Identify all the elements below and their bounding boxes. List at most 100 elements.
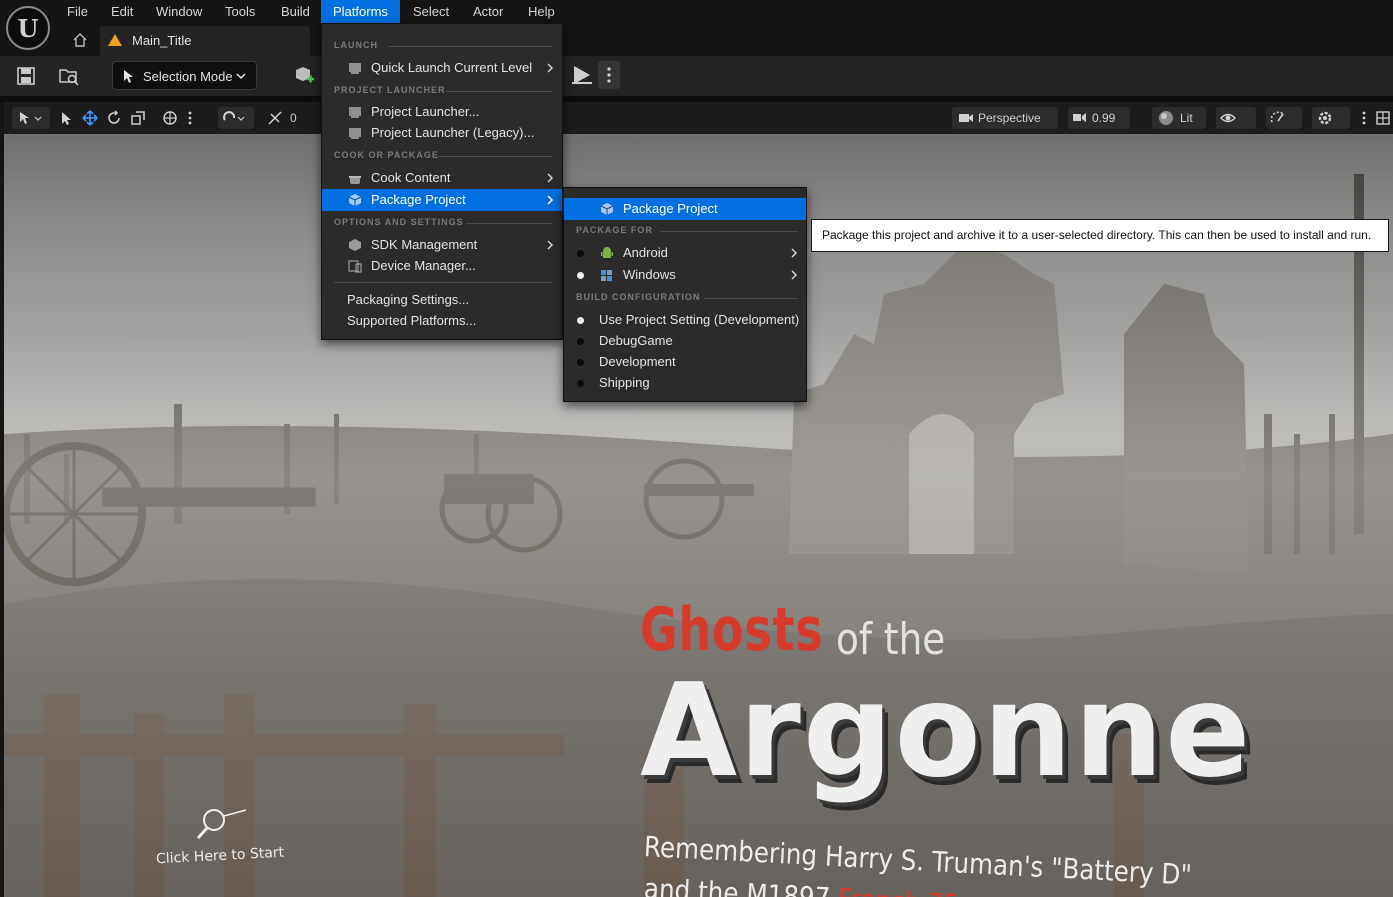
snap-icon xyxy=(223,111,245,121)
title-argonne: Argonne xyxy=(640,657,1253,806)
section-launch: LAUNCH xyxy=(334,40,552,54)
view-mode-dropdown[interactable]: Lit xyxy=(1152,107,1206,129)
menu-window[interactable]: Window xyxy=(144,0,214,23)
chevron-down-icon xyxy=(236,73,246,80)
scalability-dropdown[interactable] xyxy=(1266,107,1302,129)
submenu-item-development[interactable]: Development xyxy=(564,351,806,373)
menu-item-project-launcher[interactable]: Project Launcher... xyxy=(322,101,562,123)
world-space-icon[interactable] xyxy=(162,110,178,126)
menu-build[interactable]: Build xyxy=(269,0,322,23)
save-icon[interactable] xyxy=(15,65,37,87)
select-tool-icon xyxy=(20,112,42,124)
menu-item-sdk-management[interactable]: SDK Management xyxy=(322,234,562,256)
sdk-icon xyxy=(349,239,361,251)
submenu-item-windows[interactable]: Windows xyxy=(564,264,806,286)
menu-edit[interactable]: Edit xyxy=(99,0,145,23)
perspective-label: Perspective xyxy=(978,111,1041,125)
menu-file[interactable]: File xyxy=(55,0,100,23)
menu-item-quick-launch[interactable]: Quick Launch Current Level xyxy=(322,57,562,79)
rotate-icon[interactable] xyxy=(106,110,122,126)
eye-icon xyxy=(1220,113,1236,123)
launcher-legacy-icon xyxy=(349,128,361,139)
menu-platforms[interactable]: Platforms xyxy=(321,0,400,23)
lit-label: Lit xyxy=(1180,111,1193,125)
viewport-more-icon[interactable] xyxy=(1356,110,1372,126)
submenu-item-android[interactable]: Android xyxy=(564,242,806,264)
play-icon[interactable] xyxy=(570,63,594,87)
title-ghosts: Ghosts xyxy=(640,595,824,665)
gauge-icon xyxy=(1270,111,1285,123)
menu-item-project-launcher-legacy[interactable]: Project Launcher (Legacy)... xyxy=(322,122,562,144)
menu-actor[interactable]: Actor xyxy=(461,0,515,23)
viewport-toolbar: 0 Perspective 0.99 Lit xyxy=(4,102,1393,134)
camera-speed-dropdown[interactable]: 0.99 xyxy=(1068,107,1130,129)
menu-item-cook-content[interactable]: Cook Content xyxy=(322,167,562,189)
menu-select[interactable]: Select xyxy=(401,0,461,23)
surface-snap-button[interactable] xyxy=(218,107,254,129)
perspective-dropdown[interactable]: Perspective xyxy=(952,107,1058,129)
chevron-right-icon xyxy=(547,195,554,205)
menu-tools[interactable]: Tools xyxy=(213,0,267,23)
chevron-right-icon xyxy=(791,248,798,258)
radio-selected xyxy=(577,317,584,324)
level-icon xyxy=(108,34,122,46)
windows-icon xyxy=(601,270,612,281)
submenu-item-debuggame[interactable]: DebugGame xyxy=(564,330,806,352)
launch-icon xyxy=(349,63,361,74)
content-browser-icon[interactable] xyxy=(58,65,80,87)
selection-mode-dropdown[interactable]: Selection Mode xyxy=(112,61,257,90)
more-options-button[interactable] xyxy=(598,61,620,89)
more-vertical-icon xyxy=(607,67,611,83)
unreal-logo-icon[interactable]: U xyxy=(6,6,50,50)
radio-selected xyxy=(577,272,584,279)
menu-help[interactable]: Help xyxy=(516,0,567,23)
rotation-snap-icon[interactable] xyxy=(267,110,283,126)
camera-icon xyxy=(959,114,973,122)
level-tab[interactable]: Main_Title xyxy=(100,26,310,56)
menu-item-packaging-settings[interactable]: Packaging Settings... xyxy=(322,289,562,311)
menu-item-package-project[interactable]: Package Project xyxy=(322,189,562,211)
radio-unselected xyxy=(577,338,584,345)
selection-mode-label: Selection Mode xyxy=(143,69,233,84)
selection-mode-icon xyxy=(124,70,133,83)
menu-bar: U File Edit Window Tools Build Platforms… xyxy=(0,0,1393,56)
rotation-snap-value[interactable]: 0 xyxy=(284,107,303,129)
scale-icon[interactable] xyxy=(130,110,146,126)
camera-speed-value: 0.99 xyxy=(1092,111,1116,125)
chevron-right-icon xyxy=(547,173,554,183)
section-cook-or-package: COOK OR PACKAGE xyxy=(334,150,552,164)
move-icon[interactable] xyxy=(82,110,98,126)
layout-icon[interactable] xyxy=(1375,110,1391,126)
show-flags-dropdown[interactable] xyxy=(1216,107,1256,129)
package-project-submenu: Package Project PACKAGE FOR Android Wind… xyxy=(563,187,807,402)
camera-speed-icon xyxy=(1073,113,1086,122)
level-tab-label: Main_Title xyxy=(132,33,192,48)
gear-icon xyxy=(1318,111,1332,125)
menu-item-device-manager[interactable]: Device Manager... xyxy=(322,255,562,277)
chevron-right-icon xyxy=(547,240,554,250)
home-icon[interactable] xyxy=(72,32,88,48)
package-icon xyxy=(600,203,614,215)
submenu-item-shipping[interactable]: Shipping xyxy=(564,372,806,394)
package-project-tooltip: Package this project and archive it to a… xyxy=(811,219,1389,252)
radio-unselected xyxy=(577,380,584,387)
menu-item-supported-platforms[interactable]: Supported Platforms... xyxy=(322,310,562,332)
chevron-right-icon xyxy=(791,270,798,280)
main-toolbar: Selection Mode xyxy=(0,56,1393,96)
add-actor-icon[interactable] xyxy=(292,65,314,87)
radio-unselected xyxy=(577,359,584,366)
device-icon xyxy=(348,260,362,273)
cook-pot-icon xyxy=(349,176,361,184)
launcher-icon xyxy=(349,107,361,118)
section-build-configuration: BUILD CONFIGURATION xyxy=(576,292,798,306)
transform-mode-button[interactable] xyxy=(12,107,50,129)
select-arrow-icon[interactable] xyxy=(58,110,74,126)
settings-dropdown[interactable] xyxy=(1312,107,1350,129)
magnifier-start-icon[interactable] xyxy=(190,800,250,844)
android-icon xyxy=(601,247,613,258)
more-vertical-icon[interactable] xyxy=(182,110,198,126)
submenu-item-package-project[interactable]: Package Project xyxy=(564,198,806,220)
submenu-item-use-project-setting[interactable]: Use Project Setting (Development) xyxy=(564,309,806,331)
chevron-right-icon xyxy=(547,63,554,73)
lit-sphere-icon xyxy=(1159,111,1173,125)
